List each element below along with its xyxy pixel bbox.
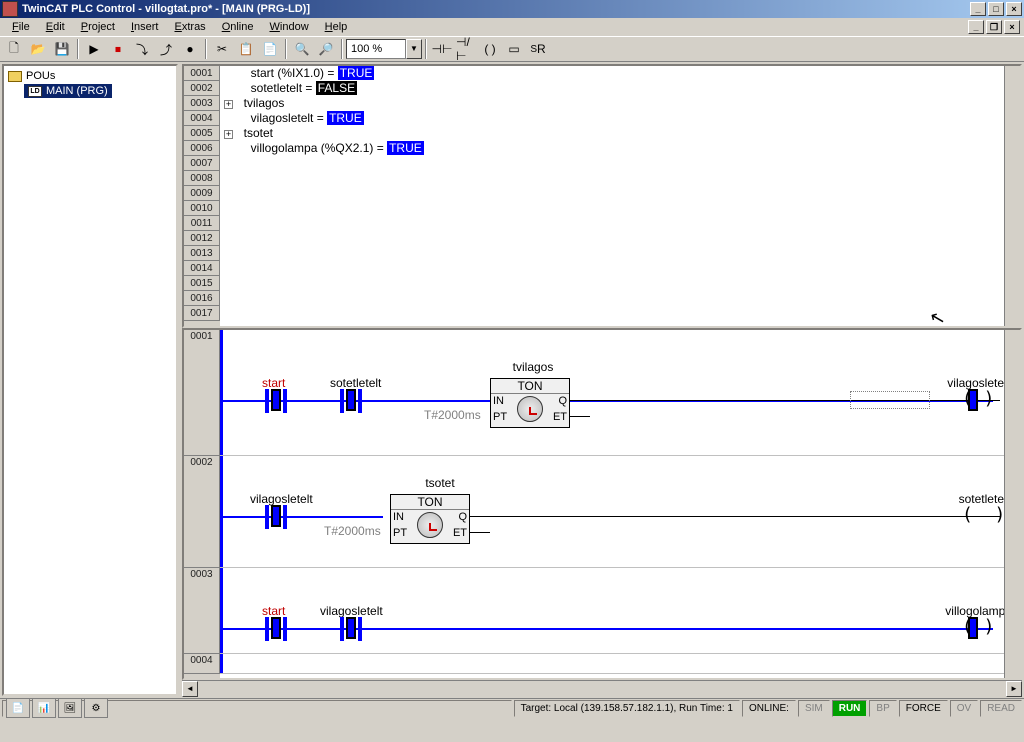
menu-insert[interactable]: Insert [123, 19, 167, 35]
menu-edit[interactable]: Edit [38, 19, 73, 35]
label-vilagosletelt-3: vilagosletelt [320, 604, 383, 618]
new-button[interactable]: 🗋 [3, 38, 25, 60]
tree-folder-pous[interactable]: POUs [8, 70, 172, 82]
contact-nc-button[interactable]: ⊣/⊢ [455, 38, 477, 60]
mdi-minimize-button[interactable]: _ [968, 20, 984, 34]
menu-help[interactable]: Help [317, 19, 356, 35]
value-villogolampa: TRUE [387, 141, 424, 155]
value-sotetletelt: FALSE [316, 81, 357, 95]
folder-icon [8, 71, 22, 82]
ladder-vscroll[interactable] [1004, 330, 1020, 678]
variable-panel[interactable]: 000100020003 000400050006 000700080009 0… [182, 64, 1022, 328]
coil-sotetletelt[interactable]: ( ) [962, 504, 1005, 525]
dotted-coil [850, 391, 930, 409]
fb-tsotet[interactable]: TON IN Q PT ET [390, 494, 470, 544]
stop-button[interactable]: ⏹ [107, 38, 129, 60]
label-start: start [262, 376, 285, 390]
statusbar: Target: Local (139.158.57.182.1.1), Run … [0, 698, 1024, 718]
ladder-content[interactable]: start sotetletelt tvilagos [220, 330, 1020, 678]
open-button[interactable]: 📂 [27, 38, 49, 60]
label-t2000-2: T#2000ms [324, 524, 381, 538]
mdi-close-button[interactable]: × [1004, 20, 1020, 34]
close-button[interactable]: × [1006, 2, 1022, 16]
scroll-left-button[interactable]: ◄ [182, 681, 198, 697]
timer-icon [417, 512, 443, 538]
coil-button[interactable]: ( ) [479, 38, 501, 60]
menu-file[interactable]: File [4, 19, 38, 35]
vertical-scrollbar[interactable] [1004, 66, 1020, 326]
value-start: TRUE [338, 66, 375, 80]
label-sotetletelt: sotetletelt [330, 376, 381, 390]
tab-pous[interactable]: 📄 [6, 698, 30, 718]
status-bp: BP [869, 700, 896, 717]
titlebar: TwinCAT PLC Control - villogtat.pro* - [… [0, 0, 1024, 18]
value-vilagosletelt: TRUE [327, 111, 364, 125]
line-gutter: 000100020003 000400050006 000700080009 0… [184, 66, 220, 326]
label-vilagosletelt-in: vilagosletelt [250, 492, 313, 506]
breakpoint-button[interactable]: ● [179, 38, 201, 60]
tree-item-label: MAIN (PRG) [46, 85, 108, 97]
menubar: File Edit Project Insert Extras Online W… [0, 18, 1024, 36]
status-force: FORCE [899, 700, 948, 717]
rung-4[interactable] [220, 654, 1020, 674]
cut-button[interactable]: ✂ [211, 38, 233, 60]
pou-icon: LD [28, 86, 42, 97]
app-icon [2, 1, 18, 17]
sr-button[interactable]: SR [527, 38, 549, 60]
menu-project[interactable]: Project [73, 19, 123, 35]
save-button[interactable]: 💾 [51, 38, 73, 60]
find-button[interactable]: 🔍 [291, 38, 313, 60]
expand-tsotet[interactable]: + [224, 130, 233, 139]
label-start-3: start [262, 604, 285, 618]
horizontal-scrollbar[interactable]: ◄ ► [182, 680, 1022, 696]
rung-3[interactable]: start vilagosletelt villogolampa ( ) [220, 568, 1020, 654]
label-t2000-1: T#2000ms [424, 408, 481, 422]
step-button[interactable]: ⤵ [131, 38, 153, 60]
rung-gutter: 0001 0002 0003 0004 [184, 330, 220, 678]
status-run: RUN [832, 700, 868, 717]
status-sim: SIM [798, 700, 830, 717]
status-read: READ [980, 700, 1022, 717]
label-tsotet: tsotet [410, 476, 470, 490]
cursor-icon: ↖ [928, 306, 948, 326]
tab-visualizations[interactable]: 🖼 [58, 698, 82, 718]
rung-1[interactable]: start sotetletelt tvilagos [220, 330, 1020, 456]
status-target: Target: Local (139.158.57.182.1.1), Run … [514, 700, 740, 717]
paste-button[interactable]: 📄 [259, 38, 281, 60]
contact-no-button[interactable]: ⊣⊢ [431, 38, 453, 60]
toolbar: 🗋 📂 💾 ▶ ⏹ ⤵ ⤴ ● ✂ 📋 📄 🔍 🔎 100 % ▼ ⊣⊢ ⊣/⊢… [0, 36, 1024, 62]
variable-content[interactable]: start (%IX1.0) = TRUE sotetletelt = FALS… [220, 66, 1020, 326]
status-ov: OV [950, 700, 978, 717]
run-button[interactable]: ▶ [83, 38, 105, 60]
tab-datatypes[interactable]: 📊 [32, 698, 56, 718]
status-online: ONLINE: [742, 700, 796, 717]
menu-window[interactable]: Window [262, 19, 317, 35]
tree-root-label: POUs [26, 70, 55, 82]
expand-tvilagos[interactable]: + [224, 100, 233, 109]
window-title: TwinCAT PLC Control - villogtat.pro* - [… [22, 3, 970, 15]
project-tree[interactable]: POUs LD MAIN (PRG) 📄 📊 🖼 ⚙ [2, 64, 178, 696]
menu-online[interactable]: Online [214, 19, 262, 35]
timer-icon [517, 396, 543, 422]
tree-item-main[interactable]: LD MAIN (PRG) [24, 84, 112, 98]
fb-tvilagos[interactable]: TON IN Q PT ET [490, 378, 570, 428]
scroll-right-button[interactable]: ► [1006, 681, 1022, 697]
maximize-button[interactable]: □ [988, 2, 1004, 16]
zoom-combo[interactable]: 100 % [346, 39, 406, 59]
tab-resources[interactable]: ⚙ [84, 698, 108, 718]
find-next-button[interactable]: 🔎 [315, 38, 337, 60]
label-tvilagos: tvilagos [503, 360, 563, 374]
rung-2[interactable]: vilagosletelt tsotet TON IN Q PT ET [220, 456, 1020, 568]
mdi-restore-button[interactable]: ❐ [986, 20, 1002, 34]
menu-extras[interactable]: Extras [167, 19, 214, 35]
copy-button[interactable]: 📋 [235, 38, 257, 60]
zoom-dropdown-button[interactable]: ▼ [406, 39, 422, 59]
minimize-button[interactable]: _ [970, 2, 986, 16]
ladder-panel[interactable]: 0001 0002 0003 0004 start [182, 328, 1022, 680]
fb-button[interactable]: ▭ [503, 38, 525, 60]
step-over-button[interactable]: ⤴ [155, 38, 177, 60]
